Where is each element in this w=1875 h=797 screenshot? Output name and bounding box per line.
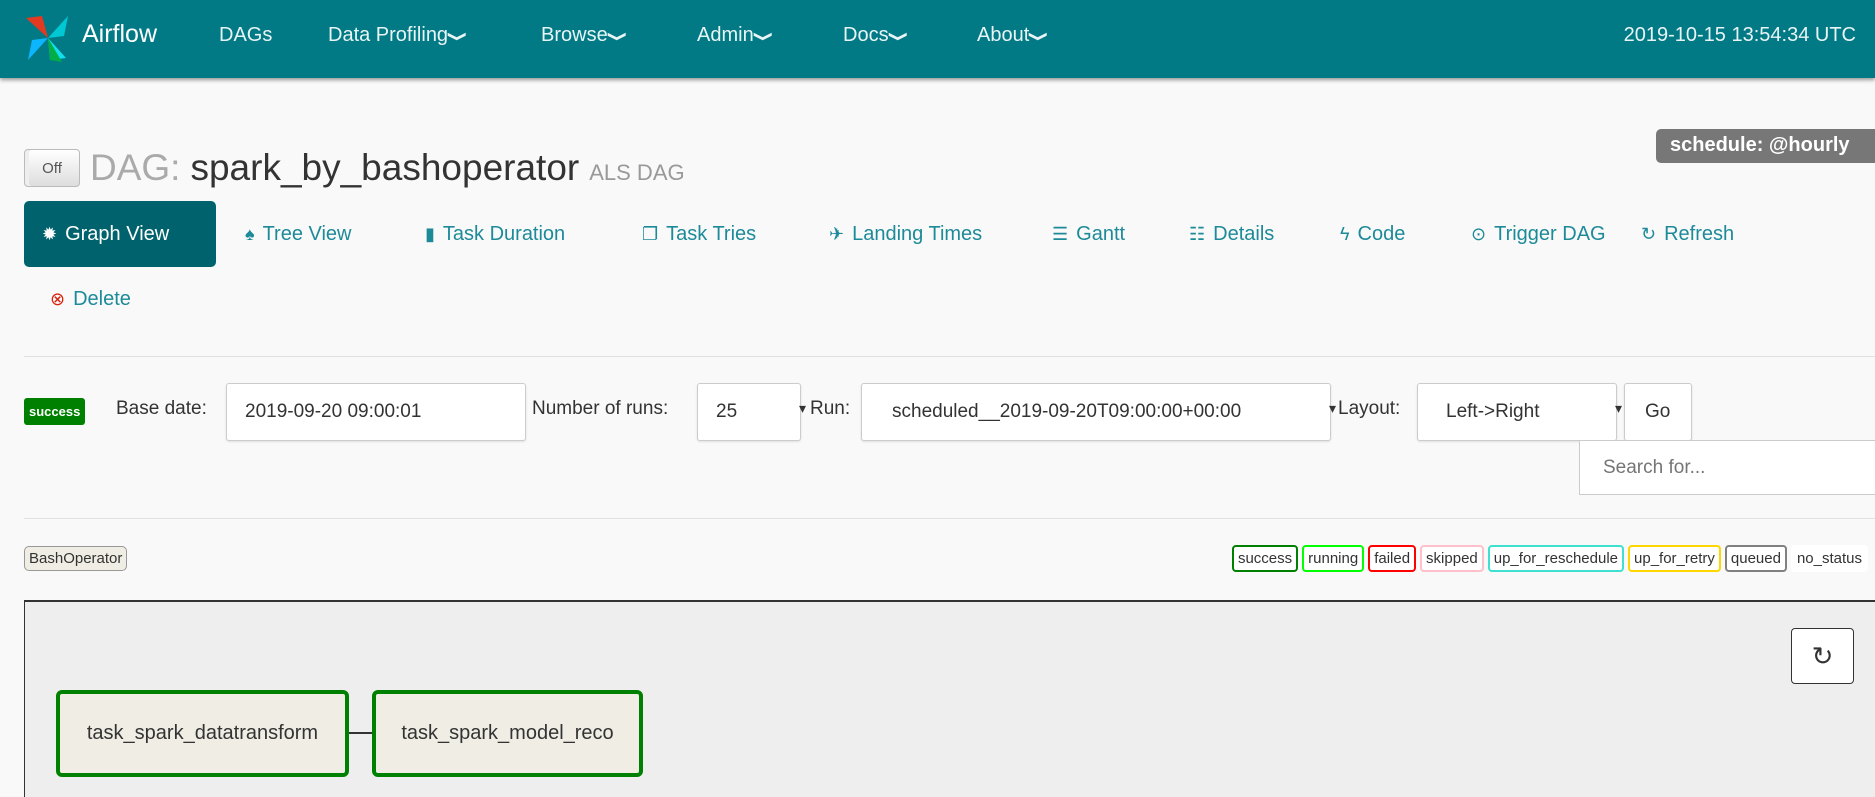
tab-label: Refresh [1664,223,1735,245]
graph-node[interactable]: task_spark_model_reco [372,690,643,777]
chevron-down-icon: ❯ [448,30,469,43]
chevron-down-icon: ❯ [607,30,629,43]
tab-task-tries[interactable]: ❐ Task Tries [642,203,756,266]
nav-about[interactable]: About❯ [977,24,1050,47]
nav-label: Docs [843,24,889,46]
nav-dags[interactable]: DAGs [219,24,272,47]
num-runs-label: Number of runs: [532,398,669,419]
server-time: 2019-10-15 13:54:34 UTC [1623,24,1856,46]
nav-label: DAGs [219,24,273,46]
brand[interactable]: Airflow [82,20,157,49]
refresh-icon: ↻ [1811,640,1834,671]
legend-queued: queued [1724,545,1787,572]
go-button[interactable]: Go [1624,383,1692,441]
nav-label: About [977,24,1030,46]
nav-admin[interactable]: Admin❯ [697,24,775,47]
run-select[interactable]: scheduled__2019-09-20T09:00:00+00:00 [861,383,1336,441]
tab-code[interactable]: ϟ Code [1340,203,1405,266]
dag-description: ALS DAG [589,160,685,185]
search-input[interactable] [1579,440,1875,495]
dag-prefix: DAG: [90,147,181,188]
dag-title: Off DAG: spark_by_bashoperator ALS DAG [24,146,685,190]
num-runs-select[interactable]: 25 [697,383,806,441]
nav-label: Admin [697,24,754,46]
play-circle-icon: ⊙ [1471,224,1487,244]
legend-no-status: no_status [1790,545,1868,572]
files-icon: ❐ [642,224,659,244]
nav-label: Browse [541,24,608,46]
tab-label: Landing Times [852,223,983,245]
tab-label: Code [1357,223,1406,245]
operator-badge: BashOperator [24,546,128,571]
tab-landing-times[interactable]: ✈ Landing Times [829,203,982,266]
nav-data-profiling[interactable]: Data Profiling❯ [328,24,469,47]
gantt-icon: ☰ [1052,224,1069,244]
chevron-down-icon: ❯ [753,30,775,43]
graph-edge [349,732,372,734]
run-label: Run: [810,398,851,419]
tab-label: Trigger DAG [1494,223,1606,245]
chevron-down-icon: ❯ [888,30,910,43]
tab-tree-view[interactable]: ♠ Tree View [245,203,352,266]
select-value: scheduled__2019-09-20T09:00:00+00:00 [892,401,1242,422]
layout-label: Layout: [1338,398,1401,419]
base-date-input[interactable]: 2019-09-20 09:00:01 [226,383,526,441]
base-date-label: Base date: [116,398,207,419]
tab-trigger-dag[interactable]: ⊙ Trigger DAG [1471,203,1606,266]
tab-graph-view[interactable]: ✹ Graph View [24,201,216,267]
tab-details[interactable]: ☷ Details [1189,203,1274,266]
dag-run-state-badge: success [24,398,86,425]
sun-icon: ✹ [42,223,58,244]
tab-label: Delete [73,288,131,310]
divider [24,356,1875,357]
chevron-down-icon: ❯ [1029,30,1051,43]
refresh-icon: ↻ [1641,224,1657,244]
tab-label: Task Duration [442,223,566,245]
legend-up-for-reschedule: up_for_reschedule [1487,545,1625,572]
legend-failed: failed [1368,545,1417,572]
tab-label: Task Tries [666,223,757,245]
dag-pause-toggle[interactable]: Off [24,149,80,187]
plane-icon: ✈ [829,224,845,244]
list-icon: ☷ [1189,224,1206,244]
tab-refresh[interactable]: ↻ Refresh [1641,203,1734,266]
tab-label: Gantt [1076,223,1126,245]
legend-skipped: skipped [1420,545,1484,572]
select-value: 25 [716,401,738,422]
tab-label: Tree View [262,223,352,245]
refresh-graph-button[interactable]: ↻ [1791,628,1854,684]
legend-success: success [1231,545,1299,572]
status-legend: success running failed skipped up_for_re… [1231,545,1868,572]
tab-delete[interactable]: ⊗ Delete [50,268,131,331]
tab-label: Details [1213,223,1275,245]
nav-browse[interactable]: Browse❯ [541,24,629,47]
graph-node[interactable]: task_spark_datatransform [56,690,349,777]
tree-icon: ♠ [245,224,255,244]
airflow-logo-icon [26,16,68,62]
flash-icon: ϟ [1340,224,1350,244]
navbar: Airflow DAGs Data Profiling❯ Browse❯ Adm… [0,0,1875,78]
layout-select[interactable]: Left->Right [1417,383,1622,441]
nav-label: Data Profiling [328,24,449,46]
tab-label: Graph View [65,222,170,245]
bar-chart-icon: ▮ [425,224,435,244]
tab-gantt[interactable]: ☰ Gantt [1052,203,1125,266]
remove-circle-icon: ⊗ [50,289,66,309]
select-value: Left->Right [1446,401,1540,422]
schedule-badge: schedule: @hourly [1656,129,1875,163]
legend-running: running [1302,545,1365,572]
tab-task-duration[interactable]: ▮ Task Duration [425,203,565,266]
dag-name: spark_by_bashoperator [190,147,580,188]
nav-docs[interactable]: Docs❯ [843,24,909,47]
divider [24,518,1875,519]
legend-up-for-retry: up_for_retry [1628,545,1721,572]
